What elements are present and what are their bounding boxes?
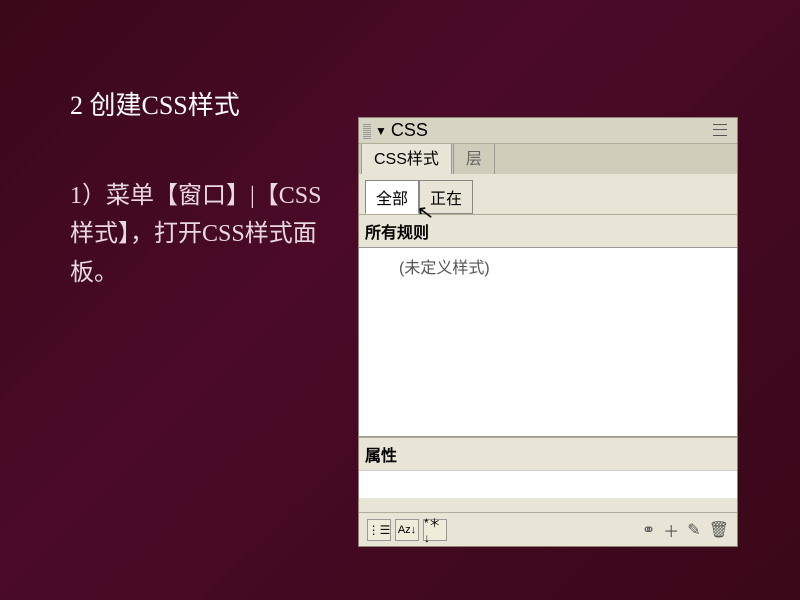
rules-list[interactable]: (未定义样式) — [359, 247, 737, 437]
panel-titlebar: ▼ CSS — [359, 118, 737, 144]
view-list-icon[interactable]: Aᴢ↓ — [395, 519, 419, 541]
properties-list[interactable] — [359, 470, 737, 498]
delete-rule-icon[interactable]: 🗑 — [709, 520, 729, 540]
slide-body: 1）菜单【窗口】|【CSS样式】，打开CSS样式面板。 — [70, 177, 340, 292]
panel-menu-icon[interactable] — [713, 122, 731, 138]
view-set-icon[interactable]: *＊↓ — [423, 519, 447, 541]
panel-title: CSS — [391, 120, 428, 141]
no-style-text: (未定义样式) — [369, 254, 727, 278]
btn-current[interactable]: 正在 — [419, 180, 473, 214]
btn-all[interactable]: 全部 — [365, 180, 419, 214]
edit-rule-icon[interactable]: ✎ — [687, 520, 700, 540]
attach-stylesheet-icon[interactable]: ⚭ — [642, 520, 655, 540]
panel-footer: ⋮☰ Aᴢ↓ *＊↓ ⚭ ＋ ✎ 🗑 — [359, 512, 737, 546]
view-toggle: 全部 正在 — [359, 174, 737, 214]
view-category-icon[interactable]: ⋮☰ — [367, 519, 391, 541]
css-panel: ▼ CSS CSS样式 层 全部 正在 ↖ 所有规则 (未定义样式) 属性 ⋮☰… — [358, 117, 738, 547]
tab-css-styles[interactable]: CSS样式 — [361, 139, 452, 174]
props-label: 属性 — [359, 437, 737, 470]
new-rule-icon[interactable]: ＋ — [663, 518, 679, 542]
drag-grip-icon[interactable] — [363, 123, 371, 139]
tab-layers[interactable]: 层 — [453, 139, 495, 174]
slide-heading: 2 创建CSS样式 — [70, 85, 340, 122]
rules-label: 所有规则 — [359, 214, 737, 247]
panel-tabs: CSS样式 层 — [359, 144, 737, 174]
collapse-arrow-icon[interactable]: ▼ — [375, 124, 387, 138]
